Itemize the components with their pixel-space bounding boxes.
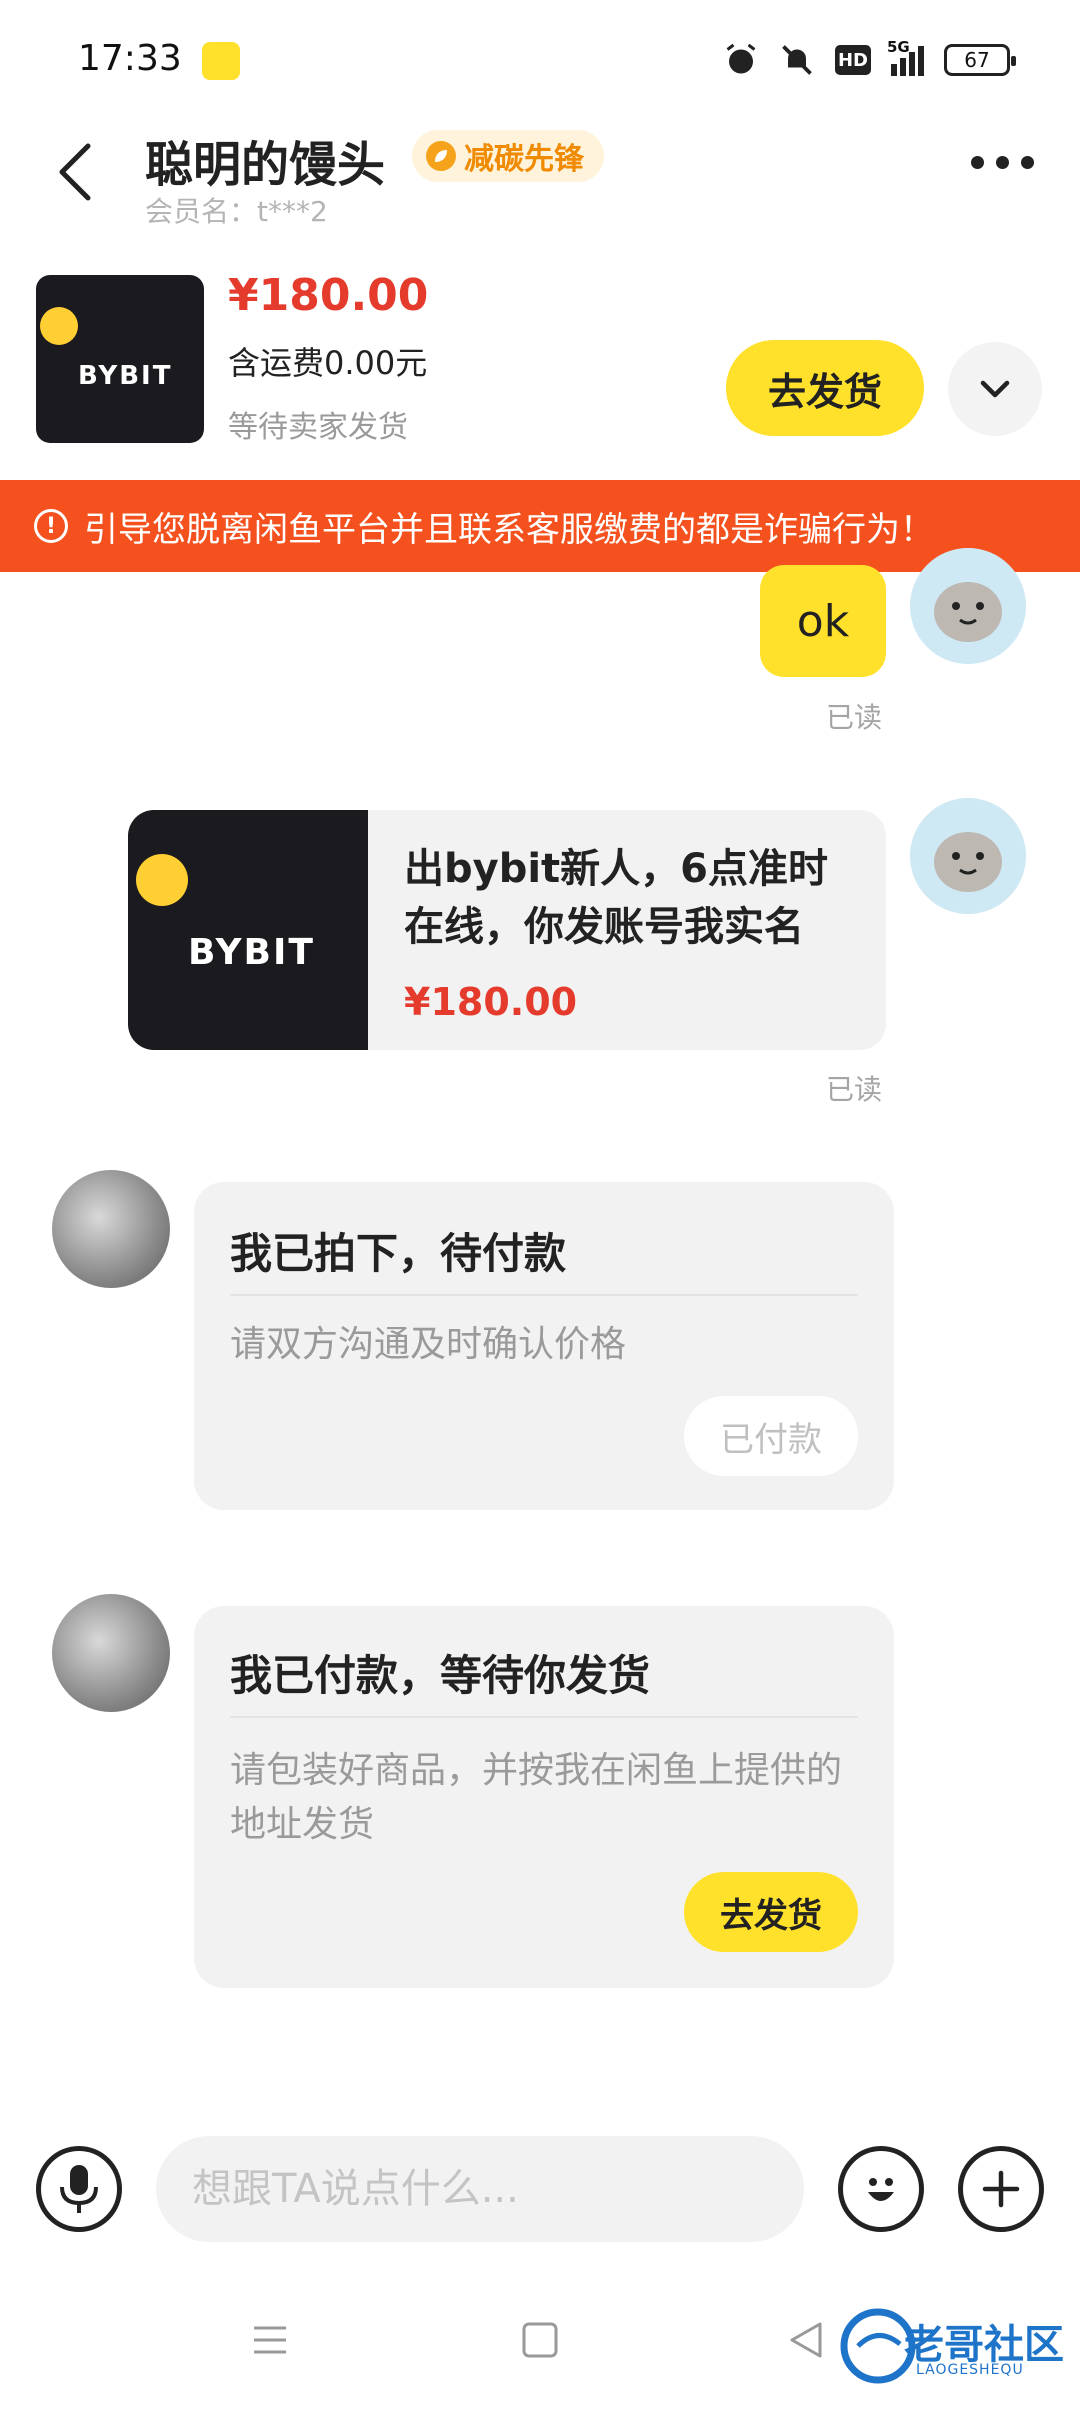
emoji-sticker-icon (136, 854, 188, 906)
seller-avatar[interactable] (52, 1594, 170, 1712)
order-status: 等待卖家发货 (228, 410, 408, 445)
my-avatar[interactable] (910, 548, 1026, 664)
back-nav-button[interactable] (786, 2320, 826, 2364)
my-avatar[interactable] (910, 798, 1026, 914)
warning-icon: ! (34, 509, 68, 543)
home-nav-button[interactable] (520, 2320, 560, 2364)
watermark-subtext: LAOGESHEQU (916, 2362, 1024, 2378)
alarm-icon (726, 43, 756, 74)
ship-button[interactable]: 去发货 (726, 340, 924, 436)
voice-button[interactable] (36, 2146, 122, 2232)
status-time: 17:33 (78, 38, 182, 79)
order-card-desc: 请包装好商品，并按我在闲鱼上提供的地址发货 (230, 1750, 843, 1845)
item-card-price: ¥180.00 (404, 980, 578, 1024)
paid-button[interactable]: 已付款 (684, 1396, 858, 1476)
divider (230, 1294, 858, 1296)
battery-level: 67 (964, 48, 990, 72)
warning-text: 引导您脱离闲鱼平台并且联系客服缴费的都是诈骗行为！ (84, 509, 934, 550)
emoji-sticker-icon (40, 307, 78, 345)
triangle-back-icon (790, 2322, 822, 2358)
item-card-image: BYBIT (128, 810, 368, 1050)
chevron-down-icon (980, 380, 1010, 398)
square-icon (522, 2322, 558, 2358)
hd-icon: HD (835, 45, 871, 75)
order-card-pending: 我已拍下，待付款 请双方沟通及时确认价格 已付款 (194, 1182, 894, 1510)
plus-icon (982, 2170, 1020, 2208)
add-button[interactable] (958, 2146, 1044, 2232)
read-receipt: 已读 (826, 1073, 883, 1106)
order-card-title: 我已拍下，待付款 (230, 1229, 567, 1278)
mute-bell-icon (782, 45, 812, 75)
item-card-title: 出bybit新人，6点准时在线，你发账号我实名 (404, 846, 829, 950)
message-input[interactable] (156, 2136, 804, 2242)
menu-icon (254, 2326, 286, 2354)
shipping-info: 含运费0.00元 (228, 344, 428, 382)
carbon-badge[interactable]: 减碳先锋 (412, 130, 604, 182)
emoji-button[interactable] (838, 2146, 924, 2232)
microphone-icon (60, 2165, 98, 2213)
more-icon[interactable] (971, 156, 1034, 169)
bybit-logo: BYBIT (188, 932, 315, 973)
ship-goods-button[interactable]: 去发货 (684, 1872, 858, 1952)
signal-icon: 5G (887, 38, 924, 76)
product-price: ¥180.00 (228, 270, 429, 321)
battery-icon: 67 (944, 44, 1016, 76)
message-bubble-ok[interactable]: ok (760, 565, 886, 677)
order-card-desc: 请双方沟通及时确认价格 (230, 1324, 627, 1365)
product-thumbnail[interactable]: BYBIT (36, 275, 204, 443)
back-button[interactable] (52, 140, 112, 210)
badge-label: 减碳先锋 (464, 142, 584, 177)
xianyu-app-icon (202, 42, 240, 80)
fraud-warning-banner: ! 引导您脱离闲鱼平台并且联系客服缴费的都是诈骗行为！ (0, 480, 1080, 572)
divider (230, 1716, 858, 1718)
read-receipt: 已读 (826, 701, 883, 734)
order-card-title: 我已付款，等待你发货 (230, 1651, 651, 1700)
order-card-paid: 我已付款，等待你发货 请包装好商品，并按我在闲鱼上提供的地址发货 去发货 (194, 1606, 894, 1988)
shared-item-card[interactable]: BYBIT 出bybit新人，6点准时在线，你发账号我实名 ¥180.00 (128, 810, 886, 1050)
expand-button[interactable] (948, 342, 1042, 436)
smiley-icon (868, 2178, 894, 2201)
member-name: 会员名：t***2 (145, 195, 328, 228)
site-watermark: 老哥社区 LAOGESHEQU (838, 2306, 1068, 2386)
bybit-logo: BYBIT (78, 361, 173, 391)
leaf-icon (426, 141, 456, 171)
seller-avatar[interactable] (52, 1170, 170, 1288)
back-arrow-icon (59, 143, 91, 201)
network-label: 5G (887, 38, 910, 56)
chat-title: 聪明的馒头 (145, 137, 386, 193)
status-icons: HD 5G 67 (723, 36, 1016, 84)
menu-nav-button[interactable] (250, 2320, 290, 2364)
